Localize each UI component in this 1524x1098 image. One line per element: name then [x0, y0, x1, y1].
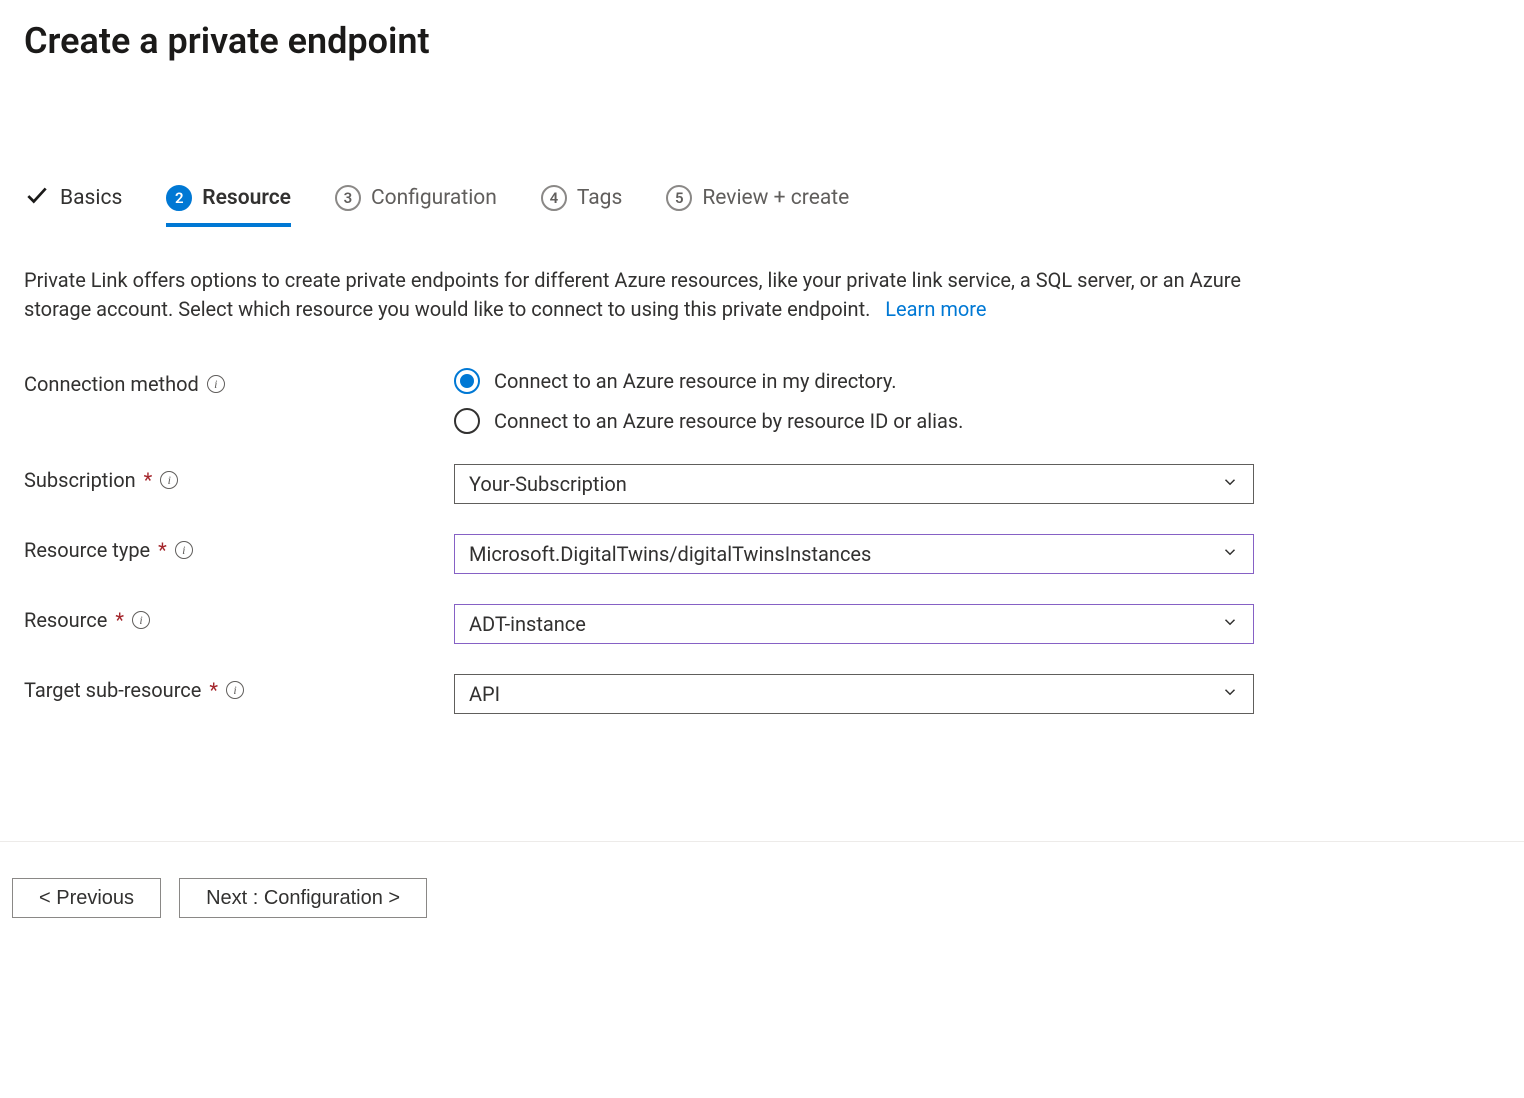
- tab-tags[interactable]: 4 Tags: [541, 185, 622, 227]
- tab-label: Configuration: [371, 186, 497, 210]
- page-title: Create a private endpoint: [24, 20, 1500, 62]
- resource-type-dropdown[interactable]: Microsoft.DigitalTwins/digitalTwinsInsta…: [454, 534, 1254, 574]
- radio-icon: [454, 408, 480, 434]
- description-body: Private Link offers options to create pr…: [24, 268, 1241, 321]
- target-sub-resource-dropdown[interactable]: API: [454, 674, 1254, 714]
- tab-label: Basics: [60, 186, 122, 210]
- step-number-icon: 3: [335, 185, 361, 211]
- info-icon[interactable]: i: [175, 541, 193, 559]
- required-indicator: *: [209, 678, 218, 702]
- tab-review-create[interactable]: 5 Review + create: [666, 185, 849, 227]
- resource-label: Resource: [24, 608, 107, 632]
- required-indicator: *: [115, 608, 124, 632]
- dropdown-value: Your-Subscription: [469, 472, 627, 496]
- previous-button[interactable]: < Previous: [12, 878, 161, 918]
- radio-icon: [454, 368, 480, 394]
- check-icon: [24, 182, 50, 214]
- tab-label: Review + create: [702, 186, 849, 210]
- learn-more-link[interactable]: Learn more: [885, 297, 986, 321]
- info-icon[interactable]: i: [132, 611, 150, 629]
- resource-type-label: Resource type: [24, 538, 150, 562]
- next-button[interactable]: Next : Configuration >: [179, 878, 427, 918]
- required-indicator: *: [144, 468, 153, 492]
- radio-label: Connect to an Azure resource by resource…: [494, 409, 963, 433]
- info-icon[interactable]: i: [160, 471, 178, 489]
- subscription-dropdown[interactable]: Your-Subscription: [454, 464, 1254, 504]
- dropdown-value: API: [469, 682, 500, 706]
- subscription-label: Subscription: [24, 468, 136, 492]
- radio-connect-by-id[interactable]: Connect to an Azure resource by resource…: [454, 408, 1254, 434]
- info-icon[interactable]: i: [226, 681, 244, 699]
- wizard-footer: < Previous Next : Configuration >: [0, 841, 1524, 918]
- chevron-down-icon: [1221, 472, 1239, 496]
- step-number-icon: 4: [541, 185, 567, 211]
- target-sub-resource-label: Target sub-resource: [24, 678, 201, 702]
- tab-basics[interactable]: Basics: [24, 182, 122, 230]
- chevron-down-icon: [1221, 682, 1239, 706]
- step-number-icon: 2: [166, 185, 192, 211]
- chevron-down-icon: [1221, 542, 1239, 566]
- chevron-down-icon: [1221, 612, 1239, 636]
- step-number-icon: 5: [666, 185, 692, 211]
- info-icon[interactable]: i: [207, 375, 225, 393]
- connection-method-label: Connection method: [24, 372, 199, 396]
- tab-label: Resource: [202, 186, 291, 210]
- radio-connect-in-directory[interactable]: Connect to an Azure resource in my direc…: [454, 368, 1254, 394]
- required-indicator: *: [158, 538, 167, 562]
- tab-resource[interactable]: 2 Resource: [166, 185, 291, 227]
- wizard-tabs: Basics 2 Resource 3 Configuration 4 Tags…: [24, 182, 1500, 230]
- radio-label: Connect to an Azure resource in my direc…: [494, 369, 897, 393]
- resource-dropdown[interactable]: ADT-instance: [454, 604, 1254, 644]
- connection-method-radio-group: Connect to an Azure resource in my direc…: [454, 368, 1254, 434]
- dropdown-value: Microsoft.DigitalTwins/digitalTwinsInsta…: [469, 542, 871, 566]
- tab-configuration[interactable]: 3 Configuration: [335, 185, 497, 227]
- dropdown-value: ADT-instance: [469, 612, 586, 636]
- tab-label: Tags: [577, 186, 622, 210]
- description-text: Private Link offers options to create pr…: [24, 266, 1264, 324]
